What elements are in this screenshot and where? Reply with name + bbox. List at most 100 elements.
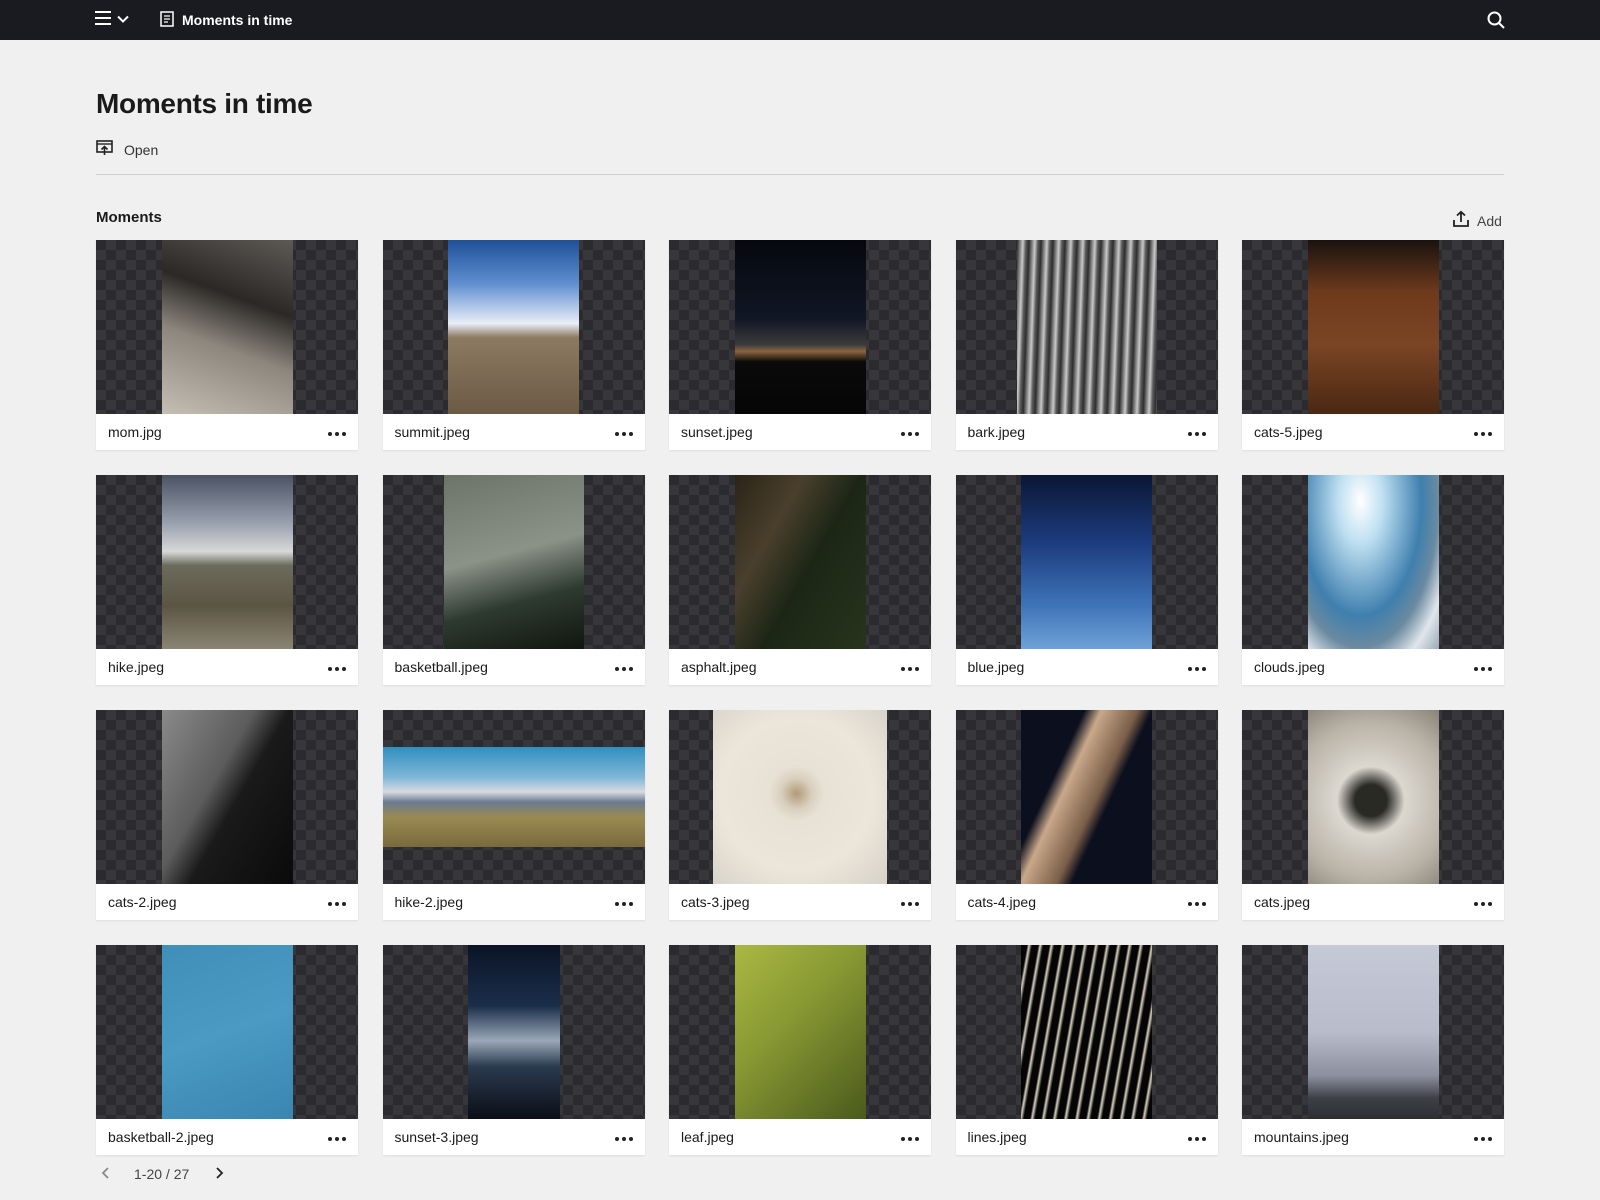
image-card[interactable]: sunset-3.jpeg (382, 945, 645, 1155)
image-card[interactable]: cats.jpeg (1242, 710, 1504, 920)
image-thumbnail[interactable] (96, 240, 358, 414)
more-options-button[interactable] (1186, 1129, 1208, 1145)
photo (443, 475, 584, 649)
file-name: cats-2.jpeg (108, 894, 177, 910)
image-card[interactable]: basketball.jpeg (382, 475, 645, 685)
image-grid: mom.jpg summit.jpeg sunset.jpeg bark.jpe… (96, 240, 1504, 1155)
file-name: blue.jpeg (967, 659, 1025, 675)
image-card[interactable]: cats-5.jpeg (1242, 240, 1504, 450)
more-icon (901, 1128, 919, 1146)
add-button[interactable]: Add (1452, 210, 1502, 231)
photo (1307, 945, 1439, 1119)
photo (161, 710, 293, 884)
previous-page-button[interactable] (96, 1164, 116, 1184)
image-thumbnail[interactable] (1242, 710, 1504, 884)
image-thumbnail[interactable] (669, 240, 931, 414)
search-button[interactable] (1486, 10, 1506, 30)
image-card[interactable]: summit.jpeg (382, 240, 645, 450)
file-name: cats-5.jpeg (1254, 424, 1323, 440)
page-title: Moments in time (96, 88, 313, 119)
photo (1021, 475, 1152, 649)
more-options-button[interactable] (613, 1129, 635, 1145)
image-card[interactable]: bark.jpeg (955, 240, 1218, 450)
more-options-button[interactable] (1472, 659, 1494, 675)
file-name: hike-2.jpeg (394, 894, 464, 910)
image-thumbnail[interactable] (382, 945, 645, 1119)
more-options-button[interactable] (1472, 894, 1494, 910)
image-card[interactable]: mountains.jpeg (1242, 945, 1504, 1155)
image-thumbnail[interactable] (955, 240, 1218, 414)
image-thumbnail[interactable] (382, 710, 645, 884)
image-thumbnail[interactable] (669, 945, 931, 1119)
more-options-button[interactable] (899, 424, 921, 440)
document-title: Moments in time (182, 12, 293, 28)
more-icon (328, 893, 346, 911)
document-title-link[interactable]: Moments in time (160, 10, 292, 30)
image-thumbnail[interactable] (96, 475, 358, 649)
chevron-down-icon (117, 11, 129, 29)
more-icon (614, 658, 633, 676)
photo (382, 747, 645, 847)
more-icon (328, 658, 346, 676)
image-card[interactable]: hike.jpeg (96, 475, 358, 685)
more-options-button[interactable] (326, 894, 348, 910)
image-thumbnail[interactable] (1242, 945, 1504, 1119)
more-options-button[interactable] (899, 1129, 921, 1145)
image-thumbnail[interactable] (1242, 240, 1504, 414)
photo (1016, 240, 1157, 414)
more-options-button[interactable] (1186, 894, 1208, 910)
image-thumbnail[interactable] (96, 710, 358, 884)
photo (161, 945, 293, 1119)
add-label: Add (1477, 212, 1502, 229)
open-label: Open (124, 141, 159, 158)
image-card[interactable]: clouds.jpeg (1242, 475, 1504, 685)
file-name: leaf.jpeg (681, 1129, 734, 1145)
more-options-button[interactable] (326, 659, 348, 675)
menu-button[interactable] (94, 10, 129, 30)
image-card[interactable]: blue.jpeg (955, 475, 1218, 685)
upload-icon (1452, 210, 1470, 231)
more-options-button[interactable] (1186, 659, 1208, 675)
file-name: basketball-2.jpeg (108, 1129, 214, 1145)
open-button[interactable]: Open (96, 140, 158, 159)
more-options-button[interactable] (613, 659, 635, 675)
image-thumbnail[interactable] (1242, 475, 1504, 649)
image-card[interactable]: leaf.jpeg (669, 945, 931, 1155)
image-card[interactable]: cats-3.jpeg (669, 710, 931, 920)
more-options-button[interactable] (613, 894, 635, 910)
image-card[interactable]: cats-4.jpeg (955, 710, 1218, 920)
more-options-button[interactable] (613, 424, 635, 440)
photo (161, 240, 293, 414)
image-thumbnail[interactable] (955, 710, 1218, 884)
photo (161, 475, 293, 649)
image-thumbnail[interactable] (955, 945, 1218, 1119)
image-card[interactable]: basketball-2.jpeg (96, 945, 358, 1155)
more-options-button[interactable] (326, 424, 348, 440)
more-options-button[interactable] (899, 894, 921, 910)
more-icon (1187, 1128, 1206, 1146)
next-page-button[interactable] (209, 1164, 229, 1184)
image-card[interactable]: hike-2.jpeg (382, 710, 645, 920)
image-card[interactable]: sunset.jpeg (669, 240, 931, 450)
image-thumbnail[interactable] (669, 710, 931, 884)
image-thumbnail[interactable] (96, 945, 358, 1119)
page-range: 1-20 / 27 (134, 1166, 190, 1182)
more-options-button[interactable] (326, 1129, 348, 1145)
image-card[interactable]: cats-2.jpeg (96, 710, 358, 920)
more-options-button[interactable] (1472, 1129, 1494, 1145)
more-icon (901, 658, 919, 676)
image-thumbnail[interactable] (382, 240, 645, 414)
image-thumbnail[interactable] (382, 475, 645, 649)
more-options-button[interactable] (1472, 424, 1494, 440)
more-options-button[interactable] (1186, 424, 1208, 440)
chevron-left-icon (101, 1166, 111, 1182)
image-thumbnail[interactable] (955, 475, 1218, 649)
photo (1021, 710, 1152, 884)
image-card[interactable]: mom.jpg (96, 240, 358, 450)
file-name: cats.jpeg (1254, 894, 1311, 910)
photo (1307, 240, 1439, 414)
image-thumbnail[interactable] (669, 475, 931, 649)
image-card[interactable]: asphalt.jpeg (669, 475, 931, 685)
image-card[interactable]: lines.jpeg (955, 945, 1218, 1155)
more-options-button[interactable] (899, 659, 921, 675)
